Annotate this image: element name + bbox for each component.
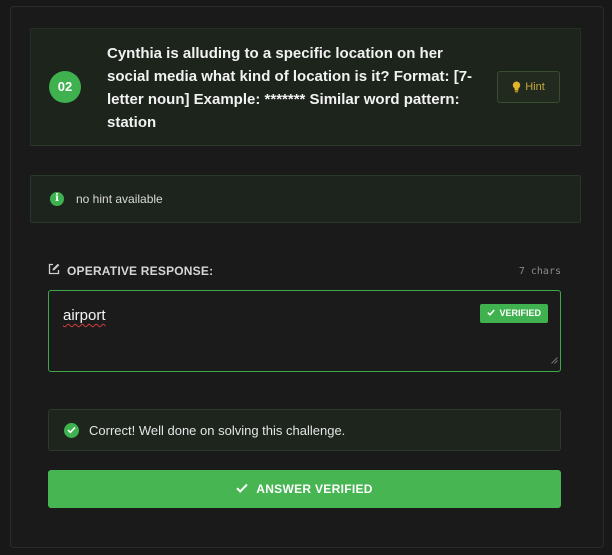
question-number-badge: 02 xyxy=(49,71,81,103)
success-message-box: Correct! Well done on solving this chall… xyxy=(48,409,561,451)
check-icon xyxy=(487,304,496,323)
success-message: Correct! Well done on solving this chall… xyxy=(89,422,346,438)
answer-textarea[interactable]: airport VERIFIED xyxy=(48,290,561,372)
verified-badge-label: VERIFIED xyxy=(499,308,541,318)
question-text: Cynthia is alluding to a specific locati… xyxy=(107,45,473,131)
check-circle-icon xyxy=(64,422,79,438)
answer-value[interactable]: airport xyxy=(63,307,106,324)
info-icon: i xyxy=(50,192,64,206)
check-icon xyxy=(236,482,248,496)
answer-verified-label: ANSWER VERIFIED xyxy=(256,482,373,496)
resize-grip-icon[interactable] xyxy=(551,351,558,369)
verified-badge: VERIFIED xyxy=(480,304,548,323)
hint-button[interactable]: Hint xyxy=(497,71,560,103)
question-card: 02 Cynthia is alluding to a specific loc… xyxy=(30,28,581,146)
edit-icon xyxy=(48,263,60,278)
answer-verified-button[interactable]: ANSWER VERIFIED xyxy=(48,470,561,508)
response-label: OPERATIVE RESPONSE: xyxy=(48,263,213,278)
response-label-text: OPERATIVE RESPONSE: xyxy=(67,263,214,278)
char-count: 7 chars xyxy=(518,266,561,277)
lightbulb-icon xyxy=(512,81,521,93)
hint-panel: i no hint available xyxy=(30,175,581,223)
hint-message: no hint available xyxy=(76,192,163,206)
hint-button-label: Hint xyxy=(525,81,545,93)
